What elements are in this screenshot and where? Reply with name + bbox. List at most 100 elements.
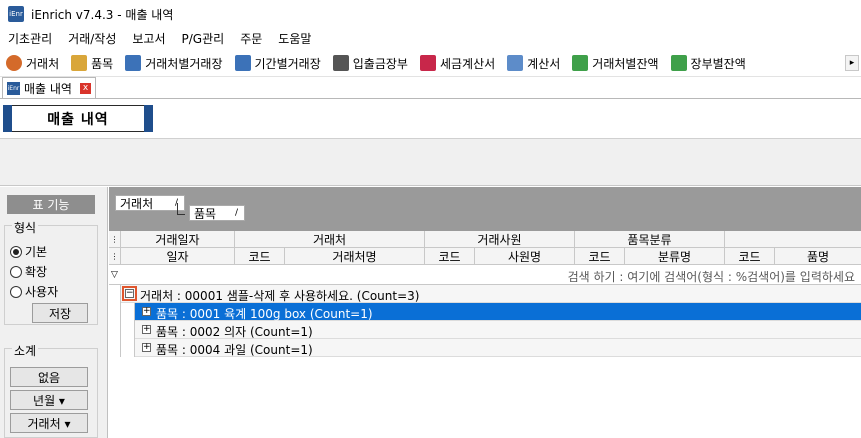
- chevron-right-icon: ▸: [849, 58, 855, 68]
- person-icon: [6, 55, 22, 71]
- toolbar-overflow-button[interactable]: ▸: [845, 55, 859, 71]
- groupby-chip-customer[interactable]: 거래처 /: [115, 195, 185, 211]
- sort-icon: /: [234, 208, 238, 218]
- row-indicator: [109, 321, 121, 339]
- col-header-customer-name[interactable]: 거래처명: [285, 248, 425, 265]
- expand-icon[interactable]: +: [142, 343, 151, 352]
- band-header-date[interactable]: 거래일자: [121, 231, 235, 248]
- row-indent: [121, 321, 135, 339]
- tab-label: 매출 내역: [24, 81, 72, 96]
- menu-report[interactable]: 보고서: [124, 28, 173, 50]
- toolbar-label: 거래처별잔액: [592, 56, 659, 71]
- band-header-category[interactable]: 품목분류: [575, 231, 725, 248]
- row-indicator: [109, 285, 121, 303]
- document-icon: [507, 55, 524, 71]
- toolbar-label: 입출금장부: [352, 56, 408, 71]
- band-header-item[interactable]: [725, 231, 861, 248]
- group-row-label: 품목 : 0004 과일 (Count=1): [156, 343, 313, 357]
- column-chooser-icon[interactable]: ⋮: [109, 248, 121, 265]
- expand-icon[interactable]: +: [142, 325, 151, 334]
- toolbar-tax-invoice-button[interactable]: 세금계산서: [414, 51, 501, 75]
- book-icon: [332, 55, 349, 71]
- band-header-employee[interactable]: 거래사원: [425, 231, 575, 248]
- menu-transaction[interactable]: 거래/작성: [60, 28, 124, 50]
- close-icon[interactable]: x: [79, 82, 91, 94]
- group-row-item[interactable]: + 품목 : 0002 의자 (Count=1): [109, 321, 861, 339]
- filter-icon[interactable]: ▽: [111, 270, 118, 280]
- format-option-extended[interactable]: 확장: [10, 263, 47, 280]
- toolbar-label: 품목: [91, 56, 114, 71]
- group-row-item[interactable]: + 품목 : 0004 과일 (Count=1): [109, 339, 861, 357]
- search-input[interactable]: 검색 하기 : 여기에 검색어(형식 : %검색어)를 입력하세요: [568, 268, 855, 285]
- toolbar: 거래처 품목 거래처별거래장 기간별거래장 입출금장부 세금계산서 계산서 거래…: [0, 50, 861, 77]
- toolbar-period-ledger-button[interactable]: 기간별거래장: [229, 51, 327, 75]
- col-header-category-code[interactable]: 코드: [575, 248, 625, 265]
- menu-pg-management[interactable]: P/G관리: [174, 28, 233, 50]
- expand-icon[interactable]: +: [142, 307, 151, 316]
- band-header-customer[interactable]: 거래처: [235, 231, 425, 248]
- format-option-user[interactable]: 사용자: [10, 283, 58, 300]
- panel-header: 표 기능: [7, 195, 95, 214]
- group-row-label: 거래처 : 00001 샘플-삭제 후 사용하세요. (Count=3): [140, 289, 420, 303]
- subtotal-yearmonth-dropdown[interactable]: 년월 ▾: [10, 390, 88, 410]
- form-header: 매출 내역: [0, 99, 861, 139]
- group-row-label: 품목 : 0001 육계 100g box (Count=1): [156, 307, 373, 321]
- title-bar: iEnr iEnrich v7.4.3 - 매출 내역: [0, 0, 861, 28]
- option-label: 사용자: [25, 285, 59, 299]
- option-label: 확장: [25, 265, 48, 279]
- menu-bar: 기초관리 거래/작성 보고서 P/G관리 주문 도움말: [0, 28, 861, 50]
- col-header-category-name[interactable]: 분류명: [625, 248, 725, 265]
- menu-order[interactable]: 주문: [232, 28, 270, 50]
- app-logo-icon: iEnr: [7, 81, 20, 95]
- menu-basic-management[interactable]: 기초관리: [0, 28, 60, 50]
- subtotal-customer-dropdown[interactable]: 거래처 ▾: [10, 413, 88, 433]
- chip-label: 거래처: [120, 196, 154, 211]
- search-row[interactable]: ▽ 검색 하기 : 여기에 검색어(형식 : %검색어)를 입력하세요: [109, 266, 861, 285]
- radio-icon: [10, 285, 22, 298]
- groupby-connector: [177, 203, 185, 215]
- toolbar-cashbook-button[interactable]: 입출금장부: [327, 51, 414, 75]
- table-functions-panel: 표 기능 형식 기본 확장 사용자 저장 소계 없음 년월 ▾ 거래처 ▾: [0, 187, 108, 438]
- toolbar-book-balance-button[interactable]: 장부별잔액: [665, 51, 752, 75]
- format-label: 형식: [12, 219, 39, 236]
- groupby-chip-item[interactable]: 품목 /: [189, 205, 245, 221]
- save-button[interactable]: 저장: [32, 303, 88, 323]
- window-title: iEnrich v7.4.3 - 매출 내역: [31, 7, 174, 22]
- column-chooser-icon[interactable]: ⋮: [109, 231, 121, 248]
- document-tabs: iEnr 매출 내역 x: [0, 77, 861, 99]
- col-header-customer-code[interactable]: 코드: [235, 248, 285, 265]
- toolbar-customer-button[interactable]: 거래처: [0, 51, 65, 75]
- group-row-customer[interactable]: − 거래처 : 00001 샘플-삭제 후 사용하세요. (Count=3): [109, 285, 861, 303]
- toolbar-customer-ledger-button[interactable]: 거래처별거래장: [119, 51, 228, 75]
- toolbar-customer-balance-button[interactable]: 거래처별잔액: [566, 51, 664, 75]
- column-header-row: ⋮ 일자 코드 거래처명 코드 사원명 코드 분류명 코드 품명: [109, 248, 861, 265]
- tab-sales-history[interactable]: iEnr 매출 내역 x: [2, 77, 96, 98]
- sales-grid: ⋮ 거래일자 거래처 거래사원 품목분류 ⋮ 일자 코드 거래처명 코드 사원명…: [109, 231, 861, 438]
- group-row-item[interactable]: ▶ + 품목 : 0001 육계 100g box (Count=1): [109, 303, 861, 321]
- col-header-item-code[interactable]: 코드: [725, 248, 775, 265]
- collapse-icon[interactable]: −: [125, 289, 134, 298]
- toolbar-label: 거래처별거래장: [145, 56, 223, 71]
- money-icon: [572, 55, 589, 71]
- toolbar-item-button[interactable]: 품목: [65, 51, 119, 75]
- toolbar-label: 장부별잔액: [690, 56, 746, 71]
- col-header-date[interactable]: 일자: [121, 248, 235, 265]
- menu-help[interactable]: 도움말: [270, 28, 319, 50]
- page-title: 매출 내역: [3, 105, 153, 132]
- filter-area: [0, 139, 861, 186]
- col-header-employee-code[interactable]: 코드: [425, 248, 475, 265]
- toolbar-label: 기간별거래장: [254, 56, 321, 71]
- radio-icon: [10, 265, 22, 278]
- app-logo-icon: iEnr: [8, 6, 24, 22]
- option-label: 기본: [25, 245, 48, 259]
- row-indicator: [109, 339, 121, 357]
- col-header-employee-name[interactable]: 사원명: [475, 248, 575, 265]
- invoice-icon: [419, 55, 436, 71]
- data-grid-area: 거래처 / 품목 / ⋮ 거래일자 거래처 거래사원 품목분류 ⋮ 일자 코드 …: [109, 187, 861, 438]
- format-option-basic[interactable]: 기본: [10, 243, 47, 260]
- toolbar-invoice-button[interactable]: 계산서: [501, 51, 566, 75]
- subtotal-none-button[interactable]: 없음: [10, 367, 88, 387]
- col-header-item-name[interactable]: 품명: [775, 248, 861, 265]
- ledger-icon: [125, 55, 142, 71]
- row-indent: [121, 339, 135, 357]
